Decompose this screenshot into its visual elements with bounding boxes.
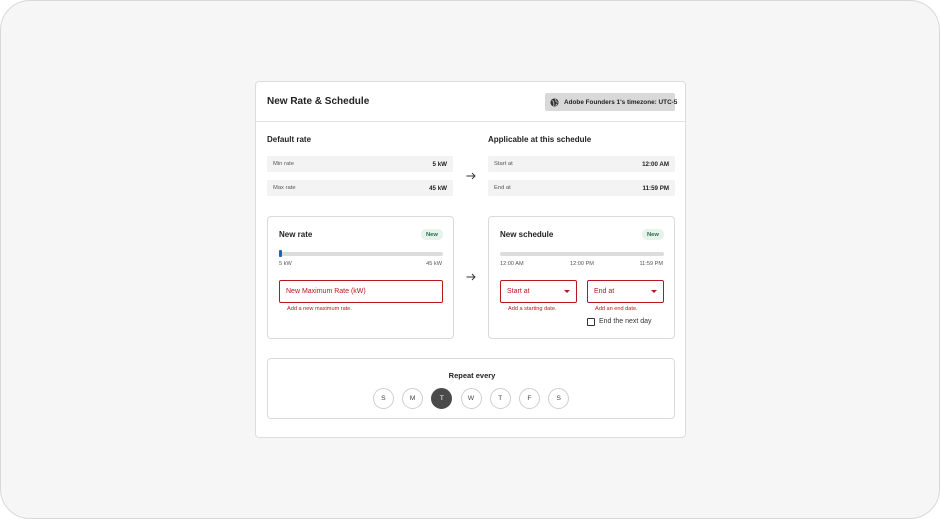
end-at-select[interactable]: End at bbox=[587, 280, 664, 303]
new-rate-panel: New rate New 5 kW 45 kW New Maximum Rate… bbox=[267, 216, 454, 339]
day-toggle-1[interactable]: M bbox=[402, 388, 424, 409]
chevron-down-icon bbox=[651, 290, 657, 293]
card-header: New Rate & Schedule Adobe Founders 1's t… bbox=[256, 82, 685, 122]
end-next-day-checkbox[interactable] bbox=[587, 318, 595, 326]
new-schedule-badge: New bbox=[642, 229, 664, 240]
start-at-key: Start at bbox=[494, 161, 513, 167]
rate-slider-track[interactable] bbox=[279, 252, 443, 256]
timeline-label-noon: 12:00 PM bbox=[570, 261, 594, 267]
min-rate-key: Min rate bbox=[273, 161, 294, 167]
max-rate-input[interactable]: New Maximum Rate (kW) bbox=[279, 280, 443, 303]
rate-slider-max-label: 45 kW bbox=[426, 261, 442, 267]
page-title: New Rate & Schedule bbox=[267, 96, 370, 107]
rate-slider-min-label: 5 kW bbox=[279, 261, 292, 267]
max-rate-error: Add a new maximum rate. bbox=[287, 306, 352, 312]
end-at-key: End at bbox=[494, 185, 511, 191]
schedule-timeline-track[interactable] bbox=[500, 252, 664, 256]
rate-slider-handle[interactable] bbox=[279, 250, 282, 257]
end-at-error: Add an end date. bbox=[595, 306, 638, 312]
start-at-select-value: Start at bbox=[507, 288, 530, 295]
arrow-right-icon bbox=[466, 172, 476, 180]
start-at-select[interactable]: Start at bbox=[500, 280, 577, 303]
min-rate-row: Min rate 5 kW bbox=[267, 156, 453, 172]
repeat-panel: Repeat every SMTWTFS bbox=[267, 358, 675, 419]
end-next-day-label: End the next day bbox=[599, 318, 652, 325]
max-rate-row: Max rate 45 kW bbox=[267, 180, 453, 196]
timeline-label-end: 11:59 PM bbox=[639, 261, 663, 267]
timezone-badge: Adobe Founders 1's timezone: UTC-5 bbox=[545, 93, 678, 111]
day-toggle-4[interactable]: T bbox=[489, 388, 511, 409]
timezone-label: Adobe Founders 1's timezone: UTC-5 bbox=[564, 98, 678, 106]
applicable-title: Applicable at this schedule bbox=[488, 135, 592, 144]
max-rate-input-placeholder: New Maximum Rate (kW) bbox=[286, 288, 366, 295]
default-rate-title: Default rate bbox=[267, 135, 312, 144]
new-rate-title: New rate bbox=[279, 230, 313, 239]
globe-icon bbox=[550, 97, 559, 107]
new-schedule-title: New schedule bbox=[500, 230, 554, 239]
day-toggle-0[interactable]: S bbox=[372, 388, 394, 409]
rate-schedule-card: New Rate & Schedule Adobe Founders 1's t… bbox=[255, 81, 686, 438]
max-rate-key: Max rate bbox=[273, 185, 296, 191]
min-rate-value: 5 kW bbox=[432, 160, 447, 168]
start-at-error: Add a starting date. bbox=[508, 306, 557, 312]
day-toggle-6[interactable]: S bbox=[548, 388, 570, 409]
start-at-row: Start at 12:00 AM bbox=[488, 156, 675, 172]
day-toggle-3[interactable]: W bbox=[460, 388, 482, 409]
repeat-title: Repeat every bbox=[448, 371, 496, 380]
new-schedule-panel: New schedule New 12:00 AM 12:00 PM 11:59… bbox=[488, 216, 675, 339]
start-at-value: 12:00 AM bbox=[642, 160, 669, 168]
new-rate-badge: New bbox=[421, 229, 443, 240]
timeline-label-start: 12:00 AM bbox=[500, 261, 524, 267]
arrow-right-icon bbox=[466, 273, 476, 281]
chevron-down-icon bbox=[564, 290, 570, 293]
end-at-select-value: End at bbox=[594, 288, 615, 295]
day-toggle-2[interactable]: T bbox=[431, 388, 453, 409]
end-at-row: End at 11:59 PM bbox=[488, 180, 675, 196]
day-toggle-5[interactable]: F bbox=[518, 388, 540, 409]
end-at-value: 11:59 PM bbox=[642, 184, 669, 192]
max-rate-value: 45 kW bbox=[429, 184, 447, 192]
